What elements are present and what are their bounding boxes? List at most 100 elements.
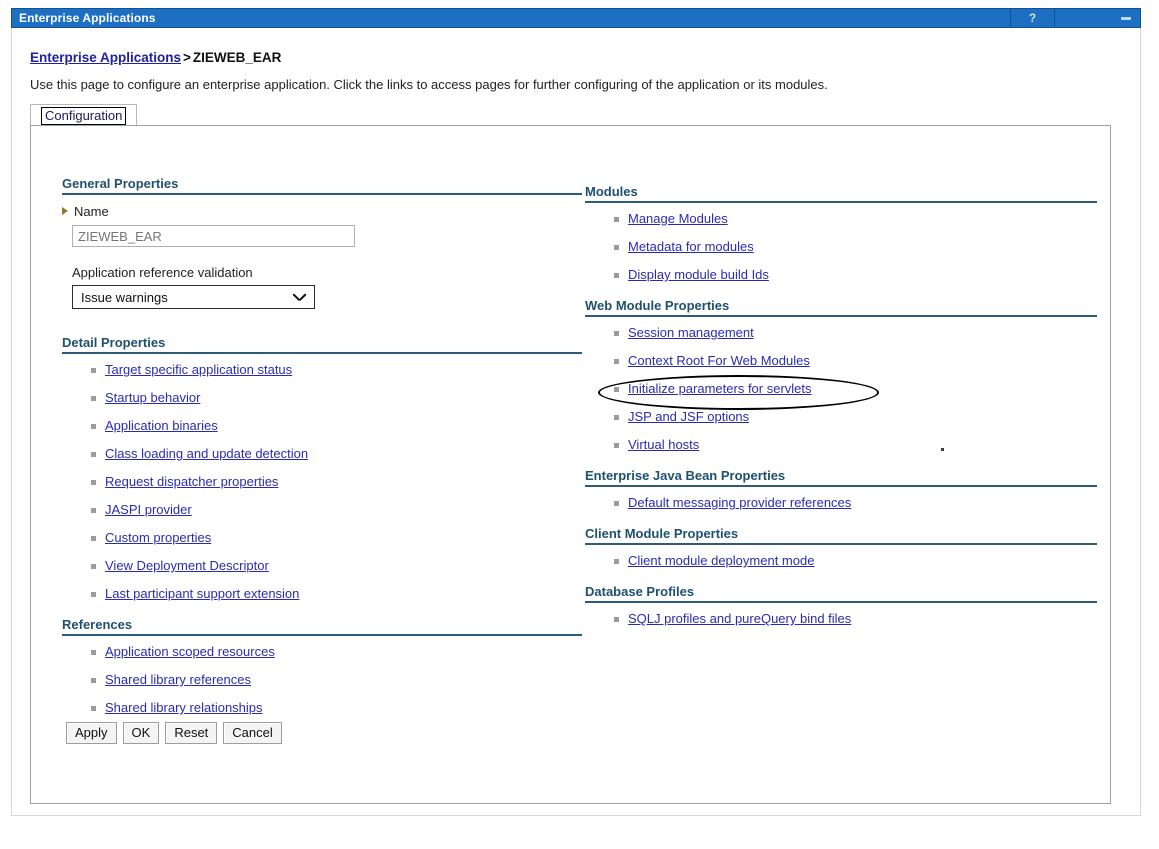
minimize-icon: [1121, 16, 1131, 20]
section-detail-properties: Detail Properties: [62, 335, 582, 354]
ok-button[interactable]: OK: [122, 722, 160, 744]
section-ejb-properties: Enterprise Java Bean Properties: [585, 468, 1097, 487]
section-client-module-properties-heading: Client Module Properties: [585, 526, 739, 541]
required-marker-icon: [62, 207, 68, 215]
link-request-dispatcher-properties[interactable]: Request dispatcher properties: [105, 474, 278, 489]
references-link-list: Application scoped resources Shared libr…: [62, 645, 582, 715]
list-item: Application scoped resources: [91, 644, 582, 659]
list-item: Shared library relationships: [91, 700, 582, 715]
link-view-deployment-descriptor[interactable]: View Deployment Descriptor: [105, 558, 269, 573]
help-button[interactable]: ?: [1010, 9, 1054, 27]
list-item: Virtual hosts: [614, 437, 1097, 452]
minimize-button[interactable]: [1054, 9, 1140, 27]
link-manage-modules[interactable]: Manage Modules: [628, 211, 728, 226]
link-last-participant-support-extension[interactable]: Last participant support extension: [105, 586, 299, 601]
link-metadata-for-modules[interactable]: Metadata for modules: [628, 239, 754, 254]
section-divider: [62, 193, 582, 195]
link-target-specific-application-status[interactable]: Target specific application status: [105, 362, 292, 377]
section-general-properties-heading: General Properties: [62, 176, 179, 191]
detail-properties-link-list: Target specific application status Start…: [62, 363, 582, 601]
list-item: Metadata for modules: [614, 239, 1097, 254]
breadcrumb-separator: >: [183, 50, 191, 65]
name-label-text: Name: [74, 204, 109, 219]
list-item: Application binaries: [91, 418, 582, 433]
list-item: View Deployment Descriptor: [91, 558, 582, 573]
section-web-module-properties: Web Module Properties: [585, 298, 1097, 317]
apply-button[interactable]: Apply: [66, 722, 117, 744]
list-item: Context Root For Web Modules: [614, 353, 1097, 368]
section-database-profiles-heading: Database Profiles: [585, 584, 695, 599]
link-jaspi-provider[interactable]: JASPI provider: [105, 502, 192, 517]
chevron-down-icon: [294, 292, 305, 303]
section-detail-properties-heading: Detail Properties: [62, 335, 166, 350]
section-divider: [585, 543, 1097, 545]
name-field-label: Name: [62, 204, 582, 219]
modules-link-list: Manage Modules Metadata for modules Disp…: [585, 212, 1097, 282]
link-class-loading-and-update-detection[interactable]: Class loading and update detection: [105, 446, 308, 461]
link-virtual-hosts[interactable]: Virtual hosts: [628, 437, 699, 452]
link-startup-behavior[interactable]: Startup behavior: [105, 390, 200, 405]
section-divider: [585, 201, 1097, 203]
list-item: Request dispatcher properties: [91, 474, 582, 489]
list-item: Class loading and update detection: [91, 446, 582, 461]
link-jsp-and-jsf-options[interactable]: JSP and JSF options: [628, 409, 749, 424]
link-shared-library-relationships[interactable]: Shared library relationships: [105, 700, 263, 715]
breadcrumb: Enterprise Applications > ZIEWEB_EAR: [30, 50, 281, 65]
link-client-module-deployment-mode[interactable]: Client module deployment mode: [628, 553, 814, 568]
web-module-properties-link-list: Session management Context Root For Web …: [585, 326, 1097, 452]
section-divider: [62, 634, 582, 636]
cancel-button[interactable]: Cancel: [223, 722, 282, 744]
section-divider: [62, 352, 582, 354]
list-item: SQLJ profiles and pureQuery bind files: [614, 611, 1097, 626]
tab-configuration[interactable]: Configuration: [30, 104, 138, 126]
name-input[interactable]: [72, 225, 355, 247]
section-web-module-properties-heading: Web Module Properties: [585, 298, 730, 313]
section-modules-heading: Modules: [585, 184, 638, 199]
page-description: Use this page to configure an enterprise…: [30, 77, 828, 92]
link-application-binaries[interactable]: Application binaries: [105, 418, 218, 433]
section-divider: [585, 485, 1097, 487]
list-item: JSP and JSF options: [614, 409, 1097, 424]
link-initialize-parameters-for-servlets[interactable]: Initialize parameters for servlets: [628, 381, 812, 396]
list-item: Initialize parameters for servlets: [614, 381, 1097, 396]
reset-button[interactable]: Reset: [165, 722, 218, 744]
list-item: Last participant support extension: [91, 586, 582, 601]
left-column: General Properties Name Application refe…: [62, 176, 582, 731]
link-context-root-for-web-modules[interactable]: Context Root For Web Modules: [628, 353, 810, 368]
section-modules: Modules: [585, 184, 1097, 203]
section-ejb-properties-heading: Enterprise Java Bean Properties: [585, 468, 786, 483]
list-item: Startup behavior: [91, 390, 582, 405]
form-button-bar: Apply OK Reset Cancel: [66, 722, 282, 744]
application-reference-validation-select[interactable]: Issue warnings: [72, 285, 315, 309]
ejb-properties-link-list: Default messaging provider references: [585, 496, 1097, 510]
link-sqlj-profiles-and-purequery-bind-files[interactable]: SQLJ profiles and pureQuery bind files: [628, 611, 851, 626]
list-item: Custom properties: [91, 530, 582, 545]
link-display-module-build-ids[interactable]: Display module build Ids: [628, 267, 769, 282]
link-shared-library-references[interactable]: Shared library references: [105, 672, 251, 687]
breadcrumb-root-link[interactable]: Enterprise Applications: [30, 50, 181, 65]
link-application-scoped-resources[interactable]: Application scoped resources: [105, 644, 275, 659]
section-general-properties: General Properties: [62, 176, 582, 195]
list-item: Session management: [614, 325, 1097, 340]
stray-dot-artifact: [941, 448, 944, 451]
window-title: Enterprise Applications: [19, 11, 156, 25]
link-session-management[interactable]: Session management: [628, 325, 754, 340]
client-module-properties-link-list: Client module deployment mode: [585, 554, 1097, 568]
validation-selected-value: Issue warnings: [81, 289, 168, 305]
section-references-heading: References: [62, 617, 133, 632]
section-divider: [585, 315, 1097, 317]
link-custom-properties[interactable]: Custom properties: [105, 530, 211, 545]
tab-strip: Configuration: [30, 104, 1111, 126]
window-titlebar: Enterprise Applications ?: [11, 8, 1141, 28]
validation-label: Application reference validation: [72, 265, 253, 280]
database-profiles-link-list: SQLJ profiles and pureQuery bind files: [585, 612, 1097, 626]
section-references: References: [62, 617, 582, 636]
configuration-panel: General Properties Name Application refe…: [30, 125, 1111, 804]
section-divider: [585, 601, 1097, 603]
section-database-profiles: Database Profiles: [585, 584, 1097, 603]
link-default-messaging-provider-references[interactable]: Default messaging provider references: [628, 495, 851, 510]
question-mark-icon: ?: [1028, 11, 1037, 25]
list-item: Manage Modules: [614, 211, 1097, 226]
application-window: Enterprise Applications ? Enterprise App…: [0, 0, 1159, 849]
list-item: Client module deployment mode: [614, 553, 1097, 568]
